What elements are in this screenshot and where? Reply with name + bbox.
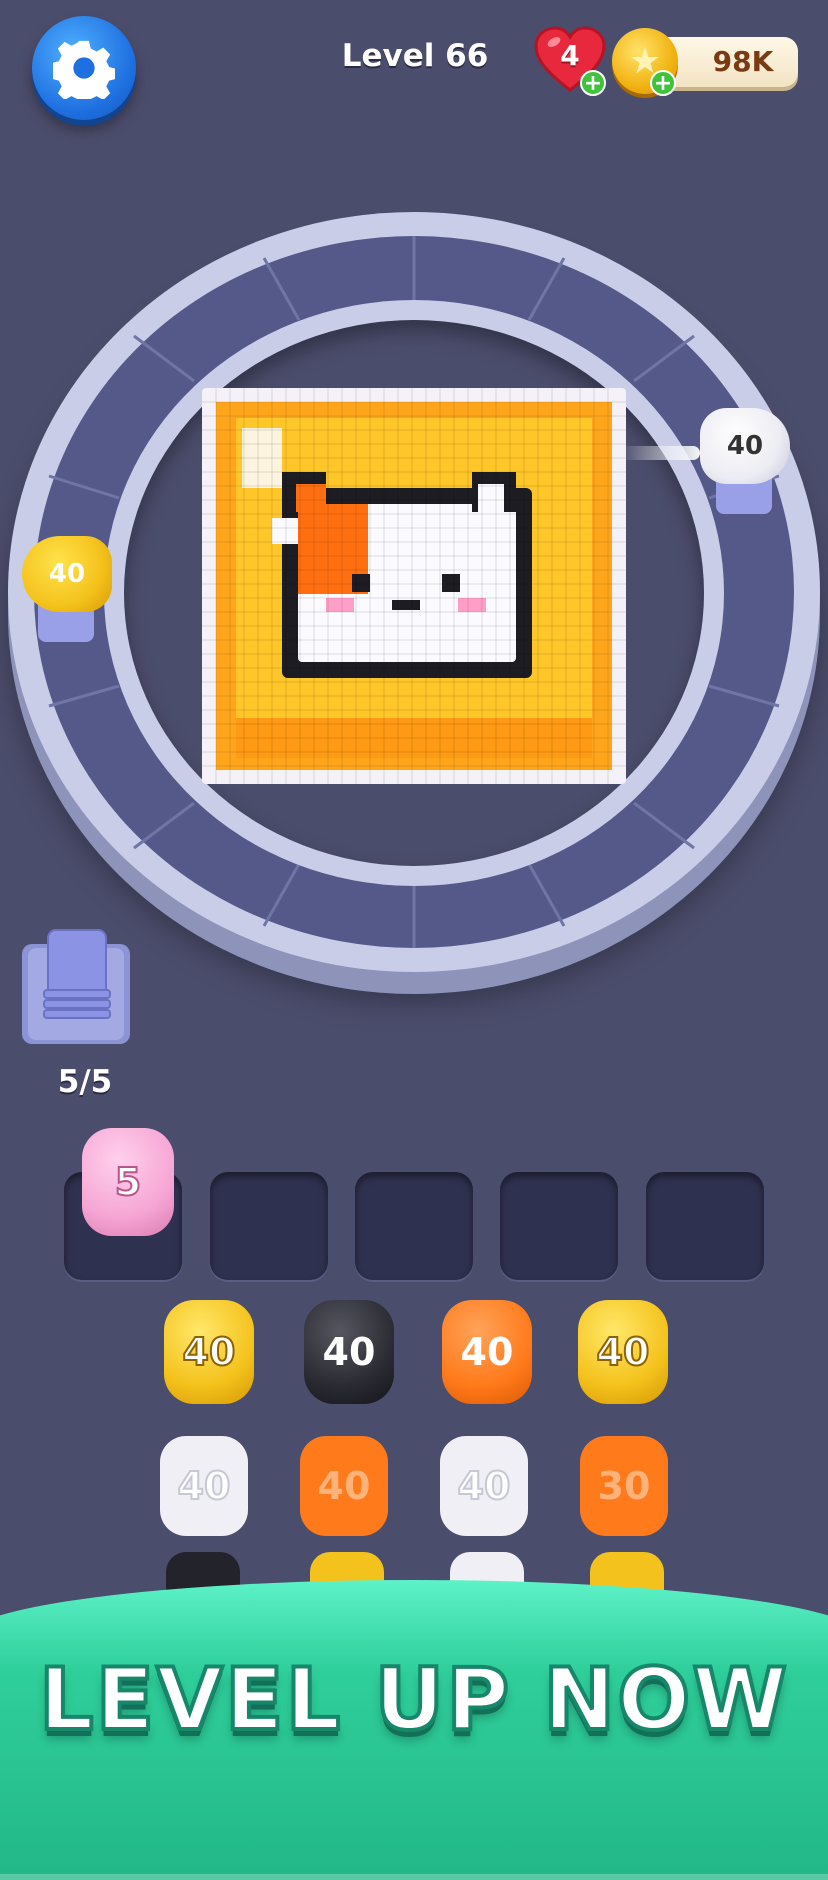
shooter-jar: 40 — [700, 408, 790, 484]
shot-trail — [620, 446, 700, 460]
jar-count: 40 — [460, 1330, 514, 1374]
jar-count: 40 — [177, 1463, 232, 1509]
jar-count: 40 — [322, 1330, 376, 1374]
jar-count: 40 — [182, 1329, 237, 1375]
settings-button[interactable] — [32, 16, 136, 120]
shooter-count: 5 — [114, 1159, 142, 1205]
queue-jar: 40 — [440, 1436, 528, 1536]
queue-jar: 40 — [160, 1436, 248, 1536]
jar-count: 30 — [597, 1464, 651, 1508]
level-title: Level 66 — [341, 38, 489, 74]
slot-2[interactable] — [210, 1172, 328, 1280]
queue-jar[interactable]: 40 — [578, 1300, 668, 1404]
shooter-jar: 40 — [22, 536, 112, 612]
queue-jar[interactable]: 40 — [164, 1300, 254, 1404]
jar-count: 40 — [317, 1464, 371, 1508]
level-up-button-label[interactable]: LEVEL UP NOW — [0, 1640, 828, 1760]
slot-shooter-pink[interactable]: 5 — [82, 1128, 174, 1236]
jar-count: 40 — [596, 1329, 651, 1375]
track-shooter-left[interactable]: 40 — [18, 536, 114, 646]
plate-stack-icon — [22, 929, 130, 1044]
slot-4[interactable] — [500, 1172, 618, 1280]
queue-jar[interactable]: 40 — [304, 1300, 394, 1404]
queue-jar: 30 — [580, 1436, 668, 1536]
gear-icon — [53, 40, 115, 99]
jar-count: 40 — [457, 1463, 512, 1509]
shooter-count: 40 — [726, 431, 764, 461]
queue-jar: 40 — [300, 1436, 388, 1536]
add-coins-button[interactable]: + — [650, 70, 676, 96]
slot-5[interactable] — [646, 1172, 764, 1280]
track-shooter-right[interactable]: 40 — [696, 408, 792, 518]
add-lives-button[interactable]: + — [580, 70, 606, 96]
coin-count: 98K — [712, 45, 774, 78]
stack-count: 5/5 — [57, 1064, 113, 1100]
queue-jar[interactable]: 40 — [442, 1300, 532, 1404]
pixel-cat-icon — [202, 388, 626, 784]
slot-3[interactable] — [355, 1172, 473, 1280]
shooter-count: 40 — [48, 559, 86, 589]
